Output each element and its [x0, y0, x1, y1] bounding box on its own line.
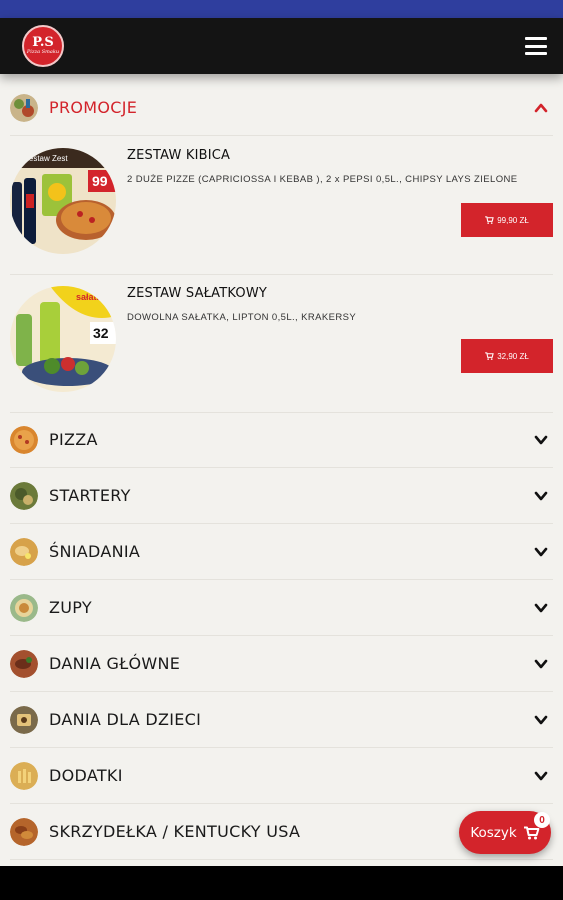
category-zupy[interactable]: ZUPY — [10, 580, 553, 636]
divider — [10, 274, 553, 275]
cart-label: Koszyk — [470, 824, 517, 841]
restaurant-logo[interactable]: P.S Pizza Smaku — [22, 25, 64, 67]
shopping-cart-icon — [523, 826, 540, 839]
product-image-caption: Zestaw Zest — [24, 154, 68, 163]
cart-icon — [485, 352, 494, 360]
breakfast-icon — [10, 537, 38, 566]
kids-dish-icon — [10, 705, 38, 734]
category-label: ŚNIADANIA — [49, 542, 141, 561]
product-photo: Zestaw Zest 99 — [10, 148, 116, 254]
product-card: Zestaw Zest 99 ZESTAW KIBICA 2 DUŻE PIZZ… — [10, 148, 553, 268]
soup-icon — [10, 593, 38, 622]
product-card: sałatk 32 ZESTAW SAŁATKOWY DOWOLNA SAŁAT… — [10, 286, 553, 406]
category-label: ZUPY — [49, 598, 92, 617]
category-label: PIZZA — [49, 430, 98, 449]
promo-food-icon — [10, 93, 38, 122]
category-pizza[interactable]: PIZZA — [10, 412, 553, 468]
chevron-down-icon[interactable] — [534, 489, 548, 503]
chevron-down-icon[interactable] — [534, 433, 548, 447]
product-image[interactable]: Zestaw Zest 99 — [10, 148, 116, 254]
product-image-badge: 99 — [92, 173, 108, 189]
wings-icon — [10, 817, 38, 846]
category-dodatki[interactable]: DODATKI — [10, 748, 553, 804]
category-promocje[interactable]: PROMOCJE — [10, 80, 553, 136]
category-sniadania[interactable]: ŚNIADANIA — [10, 524, 553, 580]
add-to-cart-button[interactable]: 99,90 ZŁ — [461, 203, 553, 237]
product-image[interactable]: sałatk 32 — [10, 286, 116, 392]
category-dania-glowne[interactable]: DANIA GŁÓWNE — [10, 636, 553, 692]
product-description: 2 DUŻE PIZZE (CAPRICIOSSA I KEBAB ), 2 x… — [127, 174, 518, 185]
menu-content: PROMOCJE Zestaw Zest 99 ZESTAW KIBICA 2 … — [0, 74, 563, 866]
cart-button[interactable]: Koszyk 0 — [459, 811, 551, 854]
logo-monogram: P.S — [32, 35, 54, 50]
system-nav-bar — [0, 866, 563, 900]
status-bar — [0, 0, 563, 18]
product-description: DOWOLNA SAŁATKA, LIPTON 0,5L., KRAKERSY — [127, 312, 357, 323]
category-label: PROMOCJE — [49, 98, 138, 117]
product-price: 32,90 ZŁ — [497, 351, 529, 361]
category-label: STARTERY — [49, 486, 131, 505]
category-label: DODATKI — [49, 766, 123, 785]
chevron-down-icon[interactable] — [534, 657, 548, 671]
category-label: DANIA DLA DZIECI — [49, 710, 202, 729]
category-label: DANIA GŁÓWNE — [49, 654, 181, 673]
logo-subtitle: Pizza Smaku — [26, 49, 60, 55]
chevron-down-icon[interactable] — [534, 713, 548, 727]
main-dish-icon — [10, 649, 38, 678]
starter-icon — [10, 481, 38, 510]
chevron-down-icon[interactable] — [534, 601, 548, 615]
add-to-cart-button[interactable]: 32,90 ZŁ — [461, 339, 553, 373]
category-startery[interactable]: STARTERY — [10, 468, 553, 524]
chevron-down-icon[interactable] — [534, 769, 548, 783]
product-image-badge: 32 — [93, 325, 109, 341]
cart-count-badge: 0 — [534, 812, 550, 828]
sides-icon — [10, 761, 38, 790]
app-header: P.S Pizza Smaku — [0, 18, 563, 74]
cart-icon — [485, 216, 494, 224]
product-name: ZESTAW KIBICA — [127, 148, 231, 163]
product-photo: sałatk 32 — [10, 286, 116, 392]
product-image-caption: sałatk — [76, 292, 103, 302]
product-price: 99,90 ZŁ — [497, 215, 529, 225]
hamburger-menu-icon[interactable] — [525, 37, 547, 55]
category-dania-dla-dzieci[interactable]: DANIA DLA DZIECI — [10, 692, 553, 748]
chevron-down-icon[interactable] — [534, 545, 548, 559]
pizza-icon — [10, 425, 38, 454]
product-name: ZESTAW SAŁATKOWY — [127, 286, 268, 301]
chevron-up-icon[interactable] — [534, 101, 548, 115]
